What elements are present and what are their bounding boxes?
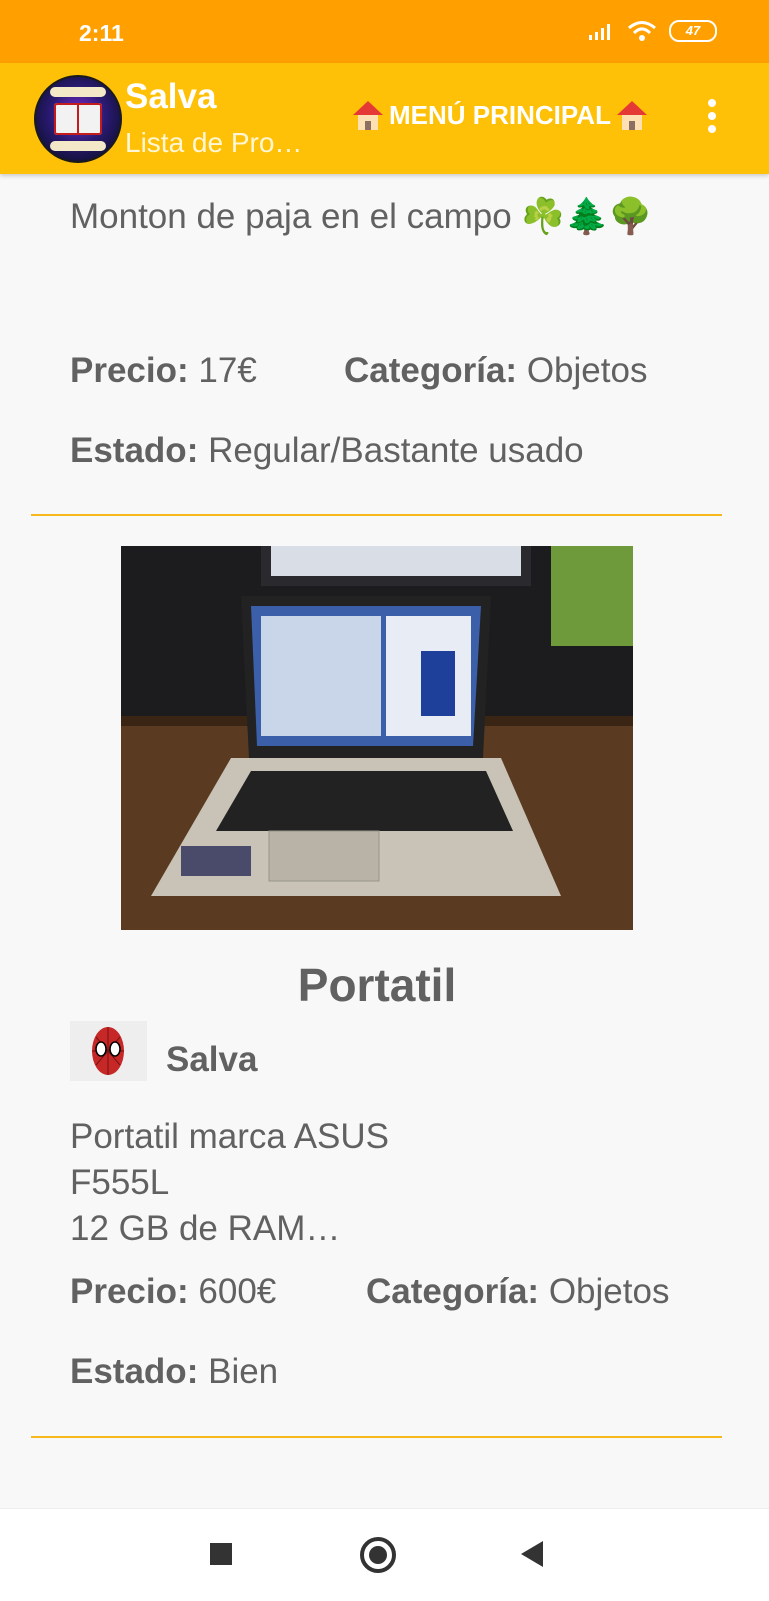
square-icon[interactable]	[210, 1543, 232, 1565]
signal-icon	[589, 24, 610, 40]
logo-banner-top	[50, 87, 106, 97]
product-list[interactable]: Monton de paja en el campo ☘️🌲🌳 Precio: …	[0, 174, 769, 1508]
product-photo[interactable]	[121, 546, 633, 930]
house-icon	[616, 100, 647, 131]
logo-banner-bottom	[50, 141, 106, 151]
house-icon	[353, 100, 383, 131]
more-vert-icon[interactable]	[700, 99, 724, 139]
category: Categoría: Objetos	[344, 351, 648, 390]
product-description: Monton de paja en el campo ☘️🌲🌳	[70, 197, 653, 236]
wifi-icon	[628, 21, 656, 41]
book-icon	[54, 103, 102, 135]
status-bar: 2:11 47	[0, 0, 769, 63]
status-icons: 47	[587, 20, 717, 42]
state: Estado: Regular/Bastante usado	[70, 431, 584, 470]
triangle-back-icon[interactable]	[521, 1541, 543, 1567]
app-subtitle: Lista de Pro…	[125, 127, 303, 158]
system-nav-bar	[0, 1508, 769, 1601]
laptop-photo	[121, 546, 633, 930]
app-bar: Salva Lista de Pro… MENÚ PRINCIPAL	[0, 63, 769, 174]
circle-icon[interactable]	[360, 1537, 396, 1573]
app-title: Salva	[125, 77, 217, 116]
main-menu-button[interactable]: MENÚ PRINCIPAL	[353, 100, 647, 131]
state: Estado: Bien	[70, 1352, 279, 1391]
divider	[31, 514, 722, 516]
main-menu-label: MENÚ PRINCIPAL	[389, 100, 611, 130]
category: Categoría: Objetos	[366, 1272, 670, 1311]
product-title: Portatil	[297, 959, 457, 1011]
price: Precio: 600€	[70, 1272, 277, 1311]
clock: 2:11	[79, 20, 124, 46]
spiderman-mask-icon	[70, 1021, 147, 1081]
divider	[31, 1436, 722, 1438]
owner-name: Salva	[166, 1040, 258, 1079]
product-description: Portatil marca ASUS F555L 12 GB de RAM…	[70, 1117, 389, 1248]
battery-icon: 47	[669, 20, 717, 42]
price: Precio: 17€	[70, 351, 257, 390]
app-logo[interactable]	[34, 75, 122, 163]
